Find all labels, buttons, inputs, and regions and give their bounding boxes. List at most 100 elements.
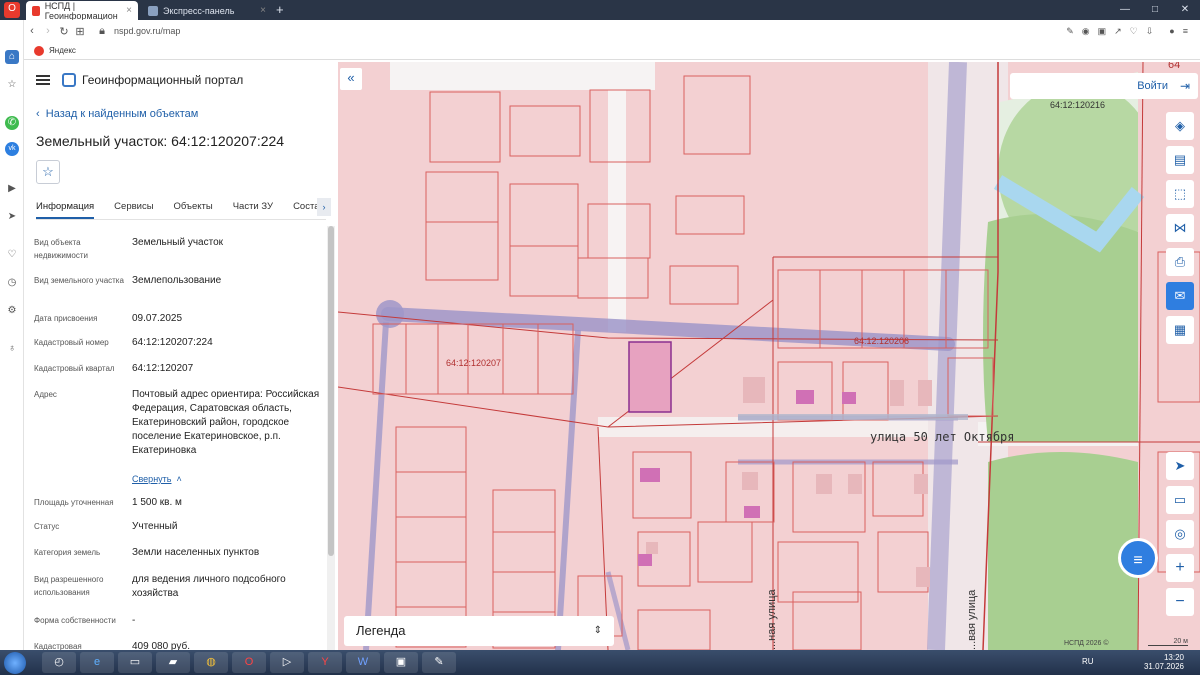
- share-icon[interactable]: ↗: [1114, 26, 1122, 37]
- reload-icon[interactable]: ↻: [56, 25, 72, 38]
- browser-tab-nspd[interactable]: НСПД | Геоинформацион ×: [26, 1, 138, 21]
- heart-icon[interactable]: ♡: [5, 248, 19, 262]
- print-icon[interactable]: ⎙: [1166, 248, 1194, 276]
- taskbar-app-clock-icon[interactable]: ◴: [42, 652, 76, 673]
- taskbar-opera-icon[interactable]: O: [232, 652, 266, 673]
- home-icon[interactable]: ⌂: [5, 50, 19, 64]
- browser-tab-express[interactable]: Экспресс-панель ×: [142, 1, 272, 20]
- favorite-star-button[interactable]: ☆: [36, 160, 60, 184]
- grid-icon[interactable]: ⊞: [72, 25, 88, 38]
- minimize-icon[interactable]: —: [1110, 0, 1140, 20]
- scale-bar: 20 м: [1148, 638, 1188, 646]
- object-info-panel: ‹ Назад к найденным объектам Земельный у…: [24, 98, 338, 652]
- maximize-icon[interactable]: □: [1140, 0, 1170, 20]
- back-icon[interactable]: ‹: [24, 25, 40, 37]
- menu-icon[interactable]: ≡: [1183, 26, 1188, 37]
- bookmark-yandex[interactable]: Яндекс: [49, 46, 76, 55]
- map-attribution: НСПД 2026 ©: [1064, 640, 1109, 647]
- navigate-icon[interactable]: ➤: [1166, 452, 1194, 480]
- address-bar-tools: ✎ ◉ ▣ ↗ ♡ ⇩ ● ≡: [1066, 26, 1188, 37]
- profile-icon[interactable]: ●: [1169, 26, 1174, 37]
- taskbar-tools-icon[interactable]: ✎: [422, 652, 456, 673]
- basemap-icon[interactable]: ▭: [1166, 486, 1194, 514]
- chat-bubble-icon[interactable]: ✉: [1166, 282, 1194, 310]
- settings-icon[interactable]: ⚙: [5, 304, 19, 318]
- taskbar-folder-icon[interactable]: ▭: [118, 652, 152, 673]
- collapse-panel-button[interactable]: «: [340, 68, 362, 90]
- heart-icon[interactable]: ♡: [1130, 26, 1138, 37]
- support-chat-button[interactable]: ≡: [1118, 538, 1158, 578]
- quarter-label-64: 64: [1168, 62, 1181, 71]
- legend-dropdown[interactable]: Легенда ⇕: [344, 616, 614, 646]
- share-icon[interactable]: ⋈: [1166, 214, 1194, 242]
- bookmarks-bar: Яндекс: [24, 42, 1200, 60]
- collapse-link[interactable]: Свернуть: [132, 474, 171, 484]
- close-window-icon[interactable]: ✕: [1170, 0, 1200, 20]
- close-icon[interactable]: ×: [126, 5, 132, 16]
- quarter-label-120206: 64:12:120206: [854, 336, 910, 346]
- window-controls: — □ ✕: [1110, 0, 1200, 20]
- street-label-vertical-1: ...ная улица: [766, 589, 778, 650]
- panel-scrollbar[interactable]: [327, 226, 335, 650]
- chevron-up-icon: ˄: [171, 474, 182, 484]
- lock-icon: 🔒︎: [99, 24, 105, 37]
- url-field[interactable]: nspd.gov.ru/map: [114, 26, 180, 36]
- new-tab-button[interactable]: +: [276, 2, 284, 17]
- menu-burger-icon[interactable]: [36, 73, 50, 87]
- player-icon[interactable]: ▶: [5, 182, 19, 196]
- camera-icon[interactable]: ◉: [1082, 26, 1090, 37]
- star-icon[interactable]: ☆: [5, 78, 19, 92]
- zoom-out-icon[interactable]: −: [1166, 588, 1194, 616]
- clock-icon[interactable]: ◷: [5, 276, 19, 290]
- taskbar-player-icon[interactable]: ▷: [270, 652, 304, 673]
- tab-services[interactable]: Сервисы: [114, 198, 153, 219]
- app-title: Геоинформационный портал: [82, 73, 244, 87]
- tab-info[interactable]: Информация: [36, 198, 95, 219]
- taskbar: ◴ e ▭ ▰ ◍ O ▷ Y W ▣ ✎ RU 13:20 31.07.202…: [0, 650, 1200, 675]
- quarter-label-120216: 64:12:120216: [1050, 100, 1106, 110]
- object-title: Земельный участок: 64:12:120207:224: [36, 133, 285, 149]
- taskbar-ie-icon[interactable]: e: [80, 652, 114, 673]
- back-to-results-link[interactable]: ‹ Назад к найденным объектам: [36, 108, 198, 120]
- login-button[interactable]: Войти ⇥: [1010, 73, 1198, 99]
- taskbar-word-icon[interactable]: W: [346, 652, 380, 673]
- bulb-icon[interactable]: ♁: [5, 342, 19, 356]
- street-label-vertical-2: ...вая улица: [966, 589, 978, 650]
- keyboard-language[interactable]: RU: [1082, 657, 1094, 666]
- send-icon[interactable]: ➤: [5, 210, 19, 224]
- browser-sidebar: O ⌂ ☆ ✆ vk ▶ ➤ ♡ ◷ ⚙ ♁: [0, 2, 24, 650]
- login-icon: ⇥: [1179, 79, 1190, 93]
- map-view[interactable]: 64:12:120207 64:12:120206 64:12:120216 6…: [338, 62, 1200, 650]
- select-area-icon[interactable]: ⬚: [1166, 180, 1194, 208]
- tab-parts[interactable]: Части ЗУ: [233, 198, 273, 219]
- scrollbar-thumb[interactable]: [328, 226, 334, 556]
- taskbar-scanner-icon[interactable]: ▣: [384, 652, 418, 673]
- calendar-icon[interactable]: ▦: [1166, 316, 1194, 344]
- browser-tab-bar: НСПД | Геоинформацион × Экспресс-панель …: [0, 0, 1200, 21]
- nspd-favicon-icon: [32, 5, 40, 16]
- tabs-scroll-right-icon[interactable]: ›: [317, 198, 331, 216]
- quarter-label-120207: 64:12:120207: [446, 358, 502, 368]
- vk-icon[interactable]: vk: [5, 142, 19, 156]
- locate-icon[interactable]: ◎: [1166, 520, 1194, 548]
- yandex-icon: [34, 45, 44, 56]
- layers-icon[interactable]: ◈: [1166, 112, 1194, 140]
- image-icon[interactable]: ▣: [1098, 26, 1107, 37]
- download-icon[interactable]: ⇩: [1146, 26, 1154, 37]
- tray-clock[interactable]: 13:20 31.07.2026: [1144, 653, 1184, 671]
- forward-icon[interactable]: ›: [40, 25, 56, 37]
- edit-icon[interactable]: ✎: [1066, 26, 1074, 37]
- whatsapp-icon[interactable]: ✆: [5, 116, 19, 130]
- chevron-left-icon: ‹: [36, 108, 46, 120]
- start-button-icon[interactable]: [4, 652, 26, 674]
- taskbar-yandex-icon[interactable]: Y: [308, 652, 342, 673]
- map-canvas: [338, 62, 1200, 650]
- taskbar-media-icon[interactable]: ▰: [156, 652, 190, 673]
- close-icon[interactable]: ×: [260, 5, 266, 16]
- zoom-in-icon[interactable]: +: [1166, 554, 1194, 582]
- portal-logo-icon: [62, 73, 76, 87]
- taskbar-chrome-icon[interactable]: ◍: [194, 652, 228, 673]
- ruler-icon[interactable]: ▤: [1166, 146, 1194, 174]
- tab-objects[interactable]: Объекты: [174, 198, 213, 219]
- street-label-50-let-oktyabrya: улица 50 лет Октября: [870, 430, 1015, 444]
